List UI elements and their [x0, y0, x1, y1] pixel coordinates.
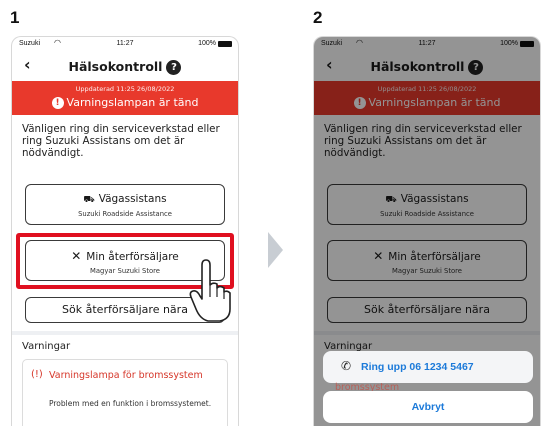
warnings-section-label: Varningar [22, 341, 71, 352]
cancel-button[interactable]: Avbryt [323, 391, 533, 423]
call-dealer-button[interactable]: ✆ Ring upp 06 1234 5467 [323, 351, 533, 383]
tapping-hand-icon [189, 259, 231, 322]
nav-header: ‹ Hälsokontroll? [12, 51, 238, 81]
roadside-assistance-button[interactable]: ⛟ Vägassistans Suzuki Roadside Assistance [25, 184, 225, 225]
battery-icon [218, 41, 232, 47]
page-title: Hälsokontroll? [12, 59, 238, 75]
brake-warning-icon: (!) [31, 369, 43, 380]
phone-icon: ✆ [341, 359, 352, 373]
updated-timestamp: Uppdaterad 11:25 26/08/2022 [75, 85, 175, 93]
phone-screen-step-2: Suzuki ◠ 11:27 100% ‹ Hälsokontroll? Upp… [313, 36, 541, 426]
tow-truck-icon: ⛟ [83, 195, 95, 205]
warning-card[interactable]: (!) Varningslampa för bromssystem Proble… [22, 359, 228, 426]
warning-banner: Uppdaterad 11:25 26/08/2022 ! Varningslam… [12, 81, 238, 115]
warning-description: Problem med en funktion i bromssystemet. [49, 399, 212, 408]
phone-screen-step-1: Suzuki ◠ 11:27 100% ‹ Hälsokontroll? Upp… [11, 36, 239, 426]
call-label: Ring upp 06 1234 5467 [361, 361, 474, 373]
help-icon[interactable]: ? [166, 60, 182, 75]
intro-text: Vänligen ring din serviceverkstad eller … [22, 123, 220, 159]
cancel-label: Avbryt [411, 401, 445, 413]
warning-message: ! Varningslampan är tänd [12, 96, 238, 109]
next-arrow-icon [268, 232, 283, 268]
warning-title: Varningslampa för bromssystem [49, 370, 203, 381]
status-bar: Suzuki ◠ 11:27 100% [12, 37, 238, 51]
alert-icon: ! [51, 97, 64, 109]
roadside-subtitle: Suzuki Roadside Assistance [78, 210, 172, 218]
roadside-title: Vägassistans [98, 193, 167, 205]
step-number-1: 1 [10, 8, 20, 27]
battery-label: 100% [198, 40, 216, 47]
step-number-2: 2 [313, 8, 323, 27]
section-divider [12, 331, 238, 335]
